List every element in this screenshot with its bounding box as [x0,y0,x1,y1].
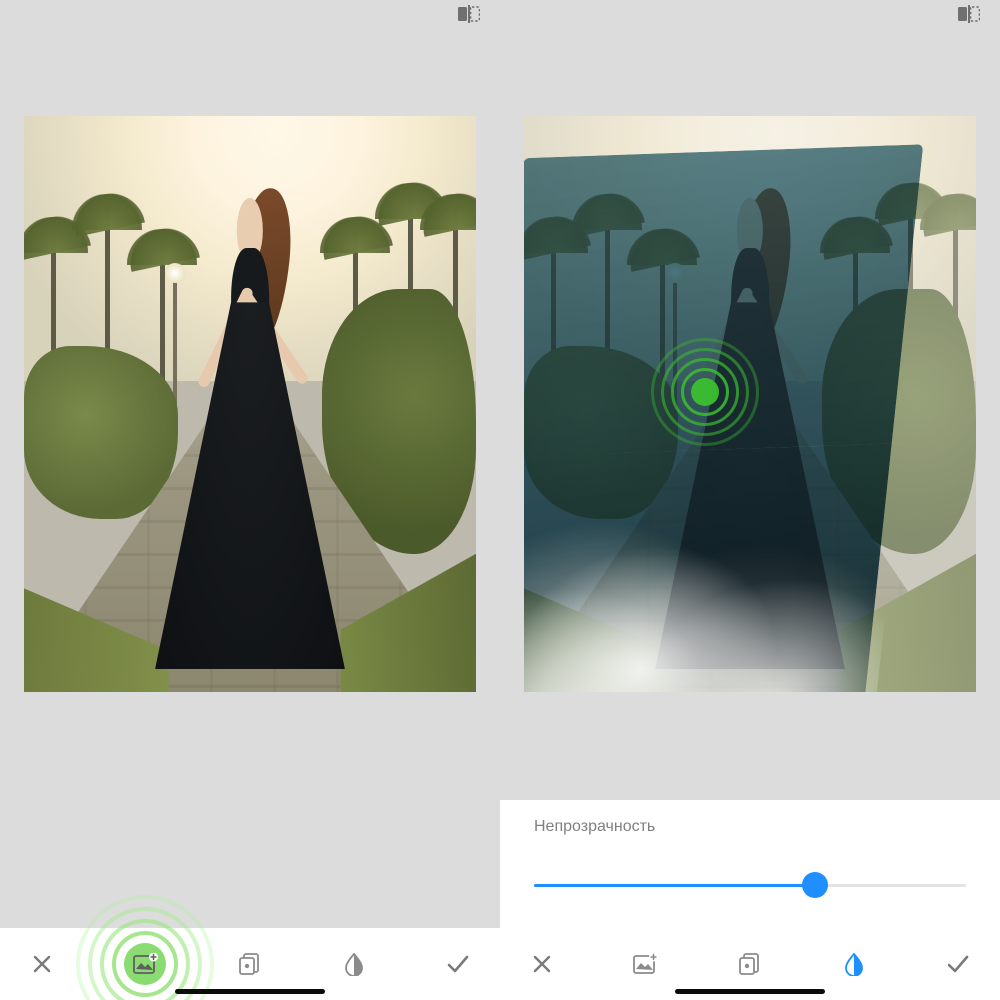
screen-left [0,0,500,1000]
opacity-panel: Непрозрачность [500,800,1000,928]
opacity-slider[interactable] [534,872,966,900]
image-canvas-editing[interactable] [524,116,976,692]
compare-icon[interactable] [958,5,980,23]
status-bar [0,0,500,28]
close-button[interactable] [526,948,558,980]
opacity-button[interactable] [338,948,370,980]
photo-figure [155,174,345,669]
touch-ripple-indicator [645,332,765,452]
styles-button[interactable] [234,948,266,980]
slider-thumb[interactable] [802,872,828,898]
screen-right: Непрозрачность [500,0,1000,1000]
confirm-button[interactable] [442,948,474,980]
styles-button[interactable] [734,948,766,980]
slider-track-fill [534,884,815,887]
close-button[interactable] [26,948,58,980]
compare-icon[interactable] [458,5,480,23]
add-image-button[interactable] [130,948,162,980]
home-indicator [675,989,825,994]
photo-dress [155,302,345,669]
tap-hint-indicator [70,889,220,1000]
status-bar [500,0,1000,28]
overlay-image-foam [524,443,903,692]
bottom-toolbar-right [500,928,1000,1000]
app-stage: Непрозрачность [0,0,1000,1000]
opacity-button[interactable] [838,948,870,980]
confirm-button[interactable] [942,948,974,980]
bottom-toolbar-left [0,928,500,1000]
home-indicator [175,989,325,994]
opacity-label: Непрозрачность [534,818,655,836]
image-canvas-original[interactable] [24,116,476,692]
add-image-button[interactable] [630,948,662,980]
